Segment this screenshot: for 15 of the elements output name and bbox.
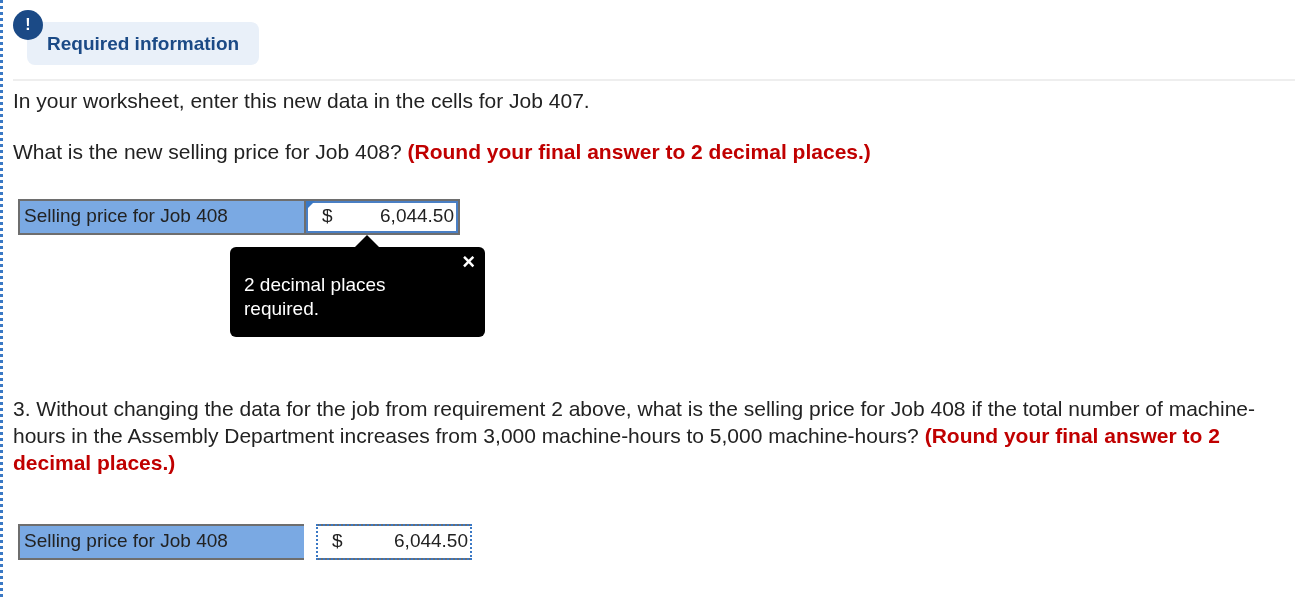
answer-value: 6,044.50 xyxy=(380,204,454,229)
corner-marker-icon xyxy=(306,200,315,210)
answer-input-field[interactable]: $ 6,044.50 xyxy=(316,523,472,560)
question-text: What is the new selling price for Job 408? (Round your final answer to 2 decimal places.) xyxy=(13,138,872,165)
answer-label: Selling price for Job 408 xyxy=(18,523,304,560)
instruction-text: In your worksheet, enter this new data in the cells for Job 407. xyxy=(13,87,591,114)
currency-symbol: $ xyxy=(332,529,343,554)
tooltip-text: 2 decimal places required. xyxy=(244,272,387,321)
answer-value: 6,044.50 xyxy=(394,529,468,554)
currency-symbol: $ xyxy=(322,204,333,229)
close-button[interactable]: × xyxy=(462,250,475,273)
answer-label: Selling price for Job 408 xyxy=(18,198,304,235)
answer-input-field[interactable]: $ 6,044.50 xyxy=(304,198,460,235)
alert-icon: ! xyxy=(13,10,43,40)
question-text: 3. Without changing the data for the job from requirement 2 above, what is the selling price for Job 408 if the total number of machine-hours in the Assembly Department increases from 3,000 machine-hours to 5,000 machine-hours? (Round your final answer to 2 decimal places.) xyxy=(13,395,1257,476)
